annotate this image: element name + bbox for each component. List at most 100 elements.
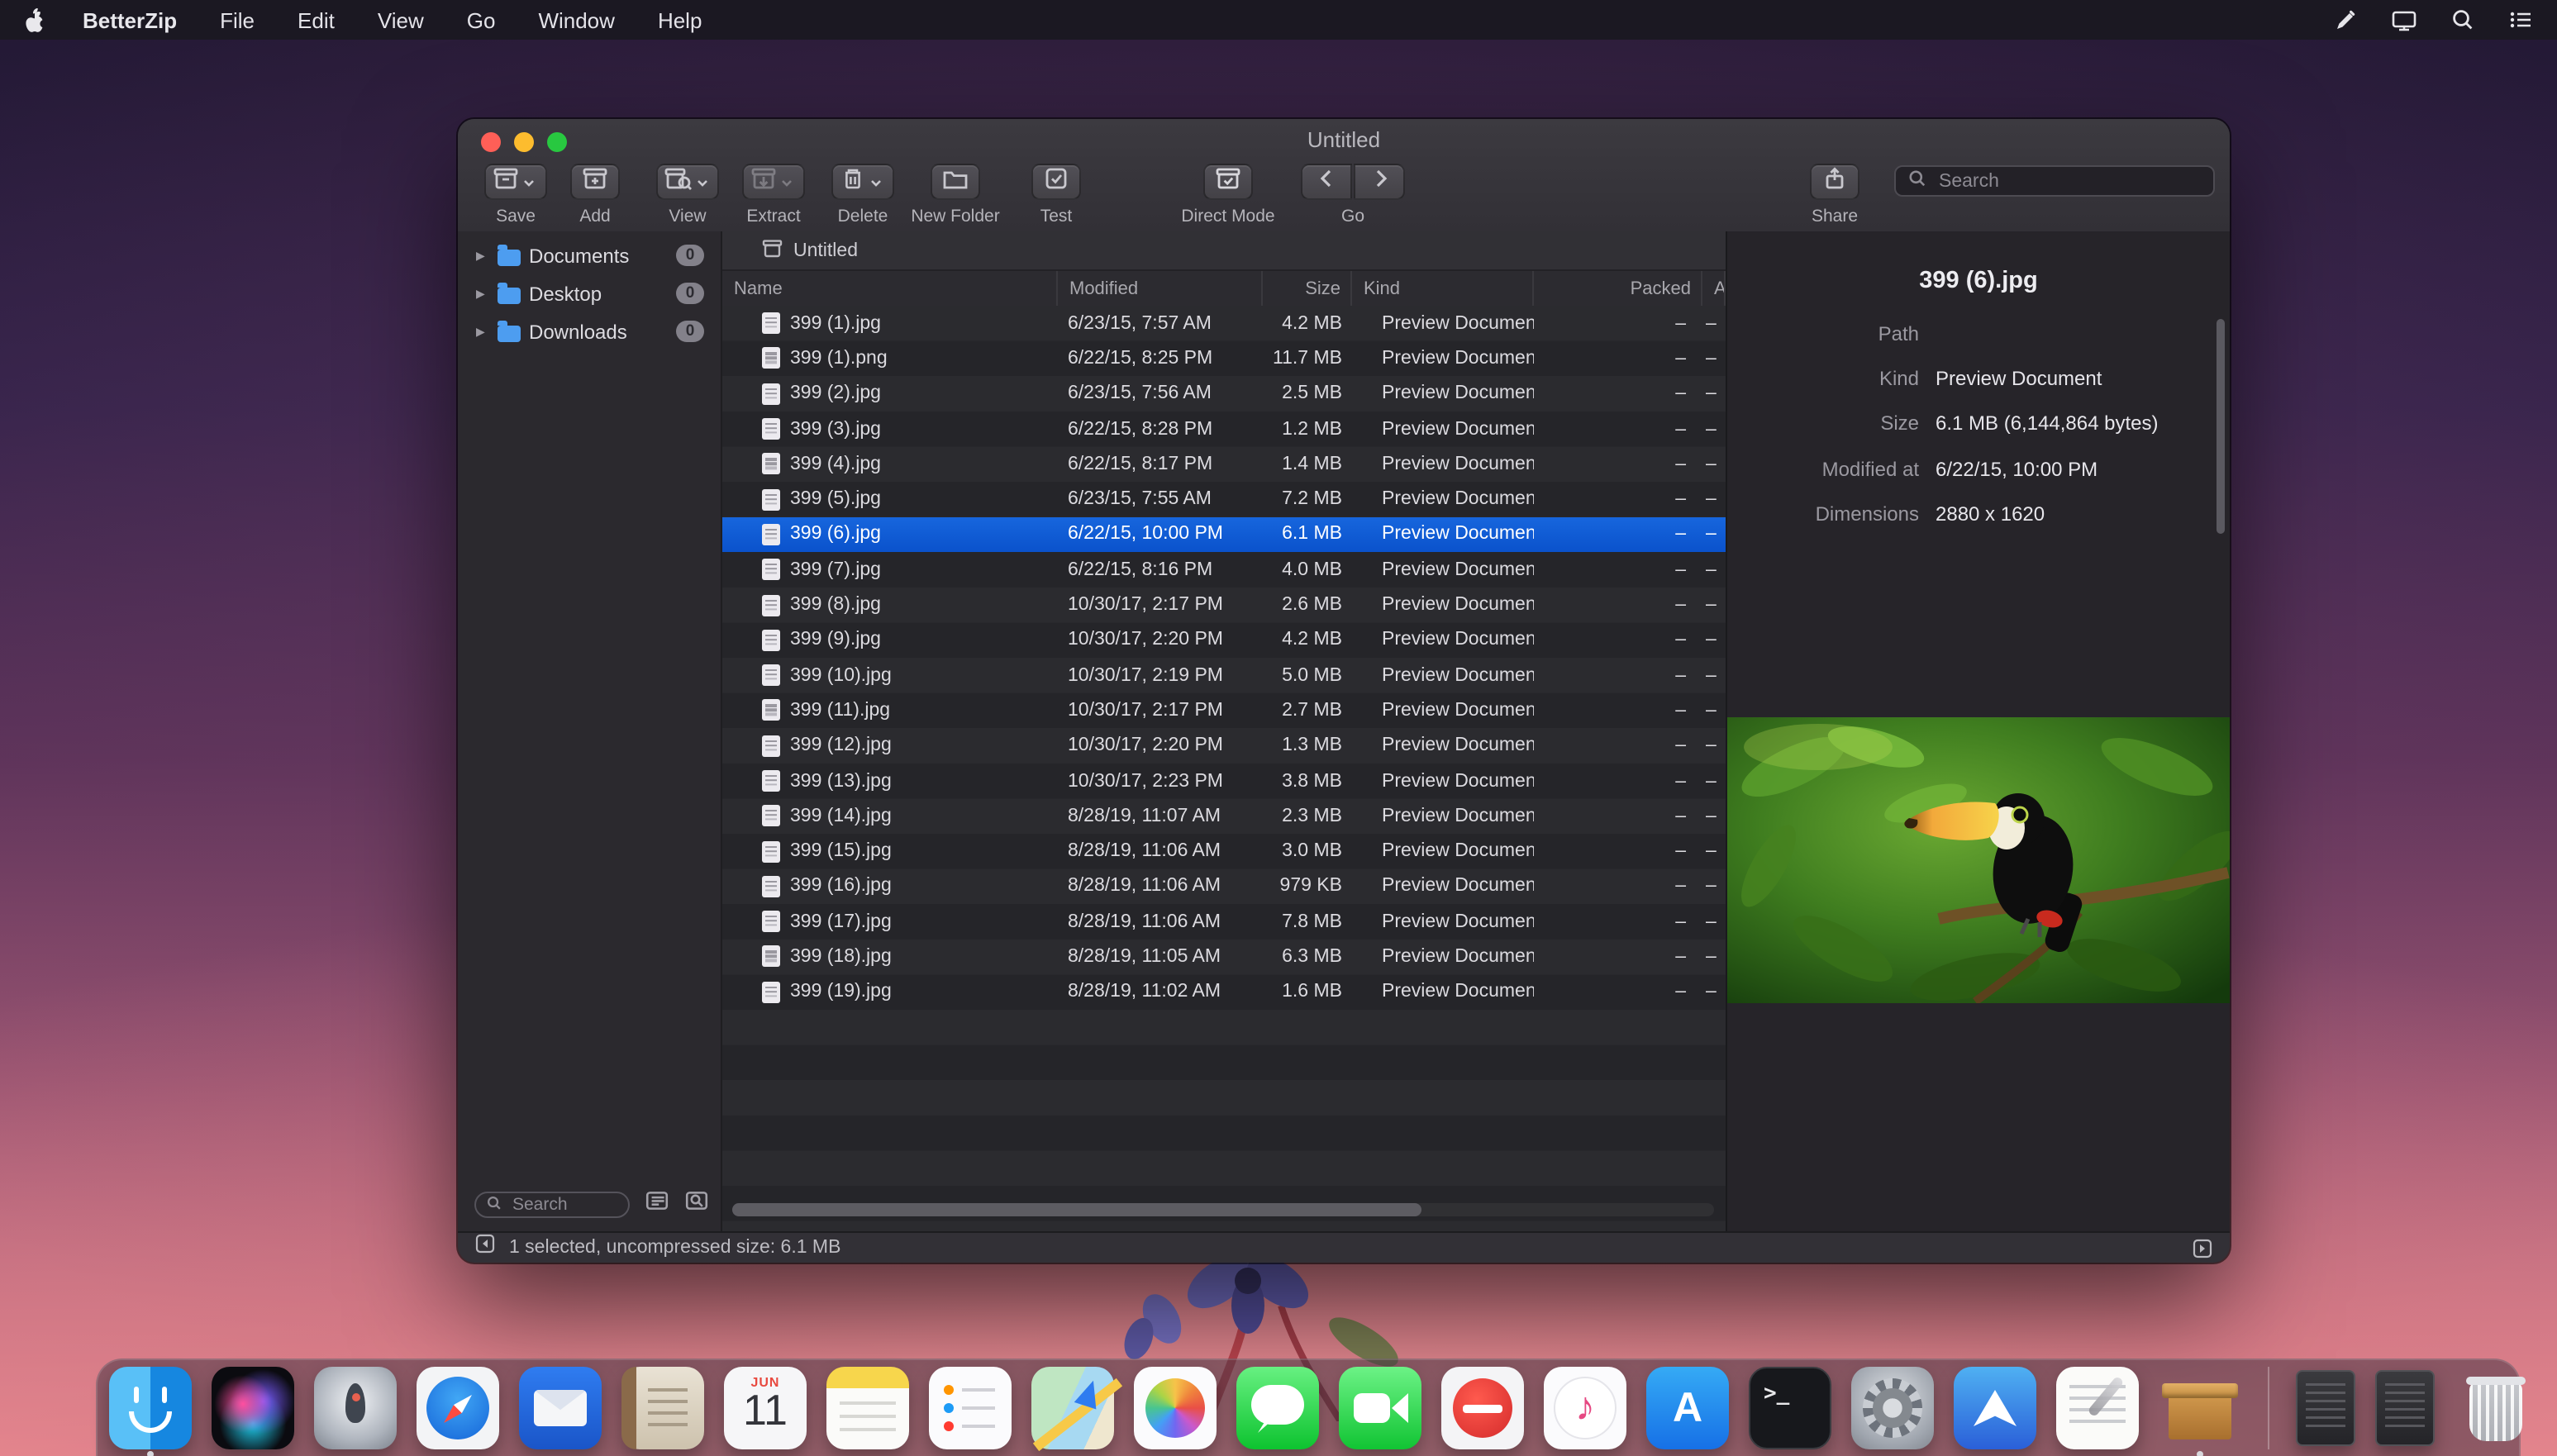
file-row[interactable]: 399 (4).jpg6/22/15, 8:17 PM1.4 MBPreview… (722, 446, 1726, 482)
dock-music-icon[interactable]: ♪ (1544, 1367, 1626, 1449)
file-row[interactable]: 399 (1).jpg6/23/15, 7:57 AM4.2 MBPreview… (722, 306, 1726, 341)
disclosure-triangle-icon[interactable]: ▶ (476, 287, 489, 300)
app-menu-title[interactable]: BetterZip (83, 7, 177, 32)
panel-toggle-right-button[interactable] (2192, 1237, 2213, 1259)
panel-toggle-left-button[interactable] (474, 1233, 496, 1263)
direct-mode-button[interactable] (1203, 164, 1253, 200)
dock-terminal-icon[interactable]: >_ (1749, 1367, 1831, 1449)
file-row[interactable]: 399 (14).jpg8/28/19, 11:07 AM2.3 MBPrevi… (722, 798, 1726, 834)
extract-button[interactable] (742, 164, 805, 200)
dock-no-entry-icon[interactable] (1441, 1367, 1524, 1449)
column-header-packed[interactable]: Packed (1534, 271, 1702, 307)
file-row[interactable]: 399 (19).jpg8/28/19, 11:02 AM1.6 MBPrevi… (722, 974, 1726, 1010)
dock-blue-app-icon[interactable] (1954, 1367, 2036, 1449)
disclosure-triangle-icon[interactable]: ▶ (476, 325, 489, 338)
toolbar-search-input[interactable] (1936, 169, 2202, 193)
column-header-kind[interactable]: Kind (1352, 271, 1534, 307)
scrollbar-thumb[interactable] (732, 1203, 1421, 1216)
list-panel-icon[interactable] (645, 1188, 669, 1221)
apple-menu-icon[interactable] (23, 7, 46, 33)
file-row[interactable]: 399 (13).jpg10/30/17, 2:23 PM3.8 MBPrevi… (722, 764, 1726, 799)
menu-item-go[interactable]: Go (467, 7, 496, 32)
save-button[interactable] (484, 164, 547, 200)
dock-package-icon[interactable] (2159, 1367, 2241, 1449)
sidebar-item-documents[interactable]: ▶Documents0 (458, 236, 721, 274)
menu-bar: BetterZip File Edit View Go Window Help (0, 0, 2557, 40)
sidebar-item-desktop[interactable]: ▶Desktop0 (458, 274, 721, 312)
dock-finder-icon[interactable] (109, 1367, 192, 1449)
sidebar-search-field[interactable] (474, 1192, 630, 1218)
dock-maps-icon[interactable] (1031, 1367, 1114, 1449)
display-icon[interactable] (2390, 7, 2418, 33)
file-row[interactable]: 399 (3).jpg6/22/15, 8:28 PM1.2 MBPreview… (722, 412, 1726, 447)
delete-button[interactable] (831, 164, 894, 200)
file-row[interactable]: 399 (10).jpg10/30/17, 2:19 PM5.0 MBPrevi… (722, 658, 1726, 693)
dock-minimized-window-icon[interactable] (2296, 1370, 2355, 1446)
dock-notes-icon[interactable] (826, 1367, 909, 1449)
dock-safari-icon[interactable] (417, 1367, 499, 1449)
file-row[interactable]: 399 (9).jpg10/30/17, 2:20 PM4.2 MBPrevie… (722, 622, 1726, 658)
test-button[interactable] (1031, 164, 1081, 200)
file-row[interactable]: 399 (5).jpg6/23/15, 7:55 AM7.2 MBPreview… (722, 482, 1726, 517)
column-header-size[interactable]: Size (1263, 271, 1352, 307)
dock-trash-icon[interactable] (2455, 1367, 2537, 1449)
chevron-down-icon[interactable] (695, 176, 708, 188)
new-folder-button[interactable] (931, 164, 980, 200)
chevron-down-icon[interactable] (780, 176, 793, 188)
file-row[interactable]: 399 (16).jpg8/28/19, 11:06 AM979 KBPrevi… (722, 869, 1726, 905)
document-icon (762, 982, 780, 1003)
spotlight-search-icon[interactable] (2450, 7, 2476, 33)
column-header-modified[interactable]: Modified (1058, 271, 1263, 307)
inspector-scrollbar-thumb[interactable] (2217, 319, 2225, 534)
dock-messages-icon[interactable] (1236, 1367, 1319, 1449)
file-row[interactable]: 399 (2).jpg6/23/15, 7:56 AM2.5 MBPreview… (722, 376, 1726, 412)
file-row[interactable]: 399 (17).jpg8/28/19, 11:06 AM7.8 MBPrevi… (722, 904, 1726, 940)
breadcrumb[interactable]: Untitled (722, 231, 1726, 271)
file-row[interactable]: 399 (11).jpg10/30/17, 2:17 PM2.7 MBPrevi… (722, 693, 1726, 729)
dock-minimized-window-icon[interactable] (2375, 1370, 2435, 1446)
dock-app-store-icon[interactable]: A (1646, 1367, 1729, 1449)
dock-photos-icon[interactable] (1134, 1367, 1217, 1449)
file-row[interactable]: 399 (8).jpg10/30/17, 2:17 PM2.6 MBPrevie… (722, 588, 1726, 623)
horizontal-scrollbar[interactable] (732, 1203, 1714, 1216)
sidebar-search-input[interactable] (509, 1193, 618, 1216)
dock-textedit-icon[interactable] (2056, 1367, 2139, 1449)
sidebar-item-downloads[interactable]: ▶Downloads0 (458, 312, 721, 350)
dock-reminders-icon[interactable] (929, 1367, 1012, 1449)
chevron-down-icon[interactable] (869, 176, 883, 188)
menu-items: File Edit View Go Window Help (220, 7, 702, 32)
menu-item-file[interactable]: File (220, 7, 255, 32)
notification-list-icon[interactable] (2507, 7, 2534, 33)
search-panel-icon[interactable] (684, 1188, 709, 1221)
image-preview[interactable] (1727, 717, 2230, 1003)
chevron-down-icon[interactable] (522, 176, 536, 188)
disclosure-triangle-icon[interactable]: ▶ (476, 249, 489, 262)
column-header-a[interactable]: A (1702, 271, 1726, 307)
file-row[interactable]: 399 (15).jpg8/28/19, 11:06 AM3.0 MBPrevi… (722, 834, 1726, 869)
go-forward-button[interactable] (1354, 164, 1405, 200)
file-row[interactable]: 399 (12).jpg10/30/17, 2:20 PM1.3 MBPrevi… (722, 728, 1726, 764)
dock-mail-icon[interactable] (519, 1367, 602, 1449)
wand-icon[interactable] (2332, 7, 2359, 33)
menu-item-help[interactable]: Help (658, 7, 702, 32)
file-row[interactable]: 399 (6).jpg6/22/15, 10:00 PM6.1 MBPrevie… (722, 517, 1726, 553)
dock-launchpad-icon[interactable] (314, 1367, 397, 1449)
document-icon (762, 700, 780, 721)
dock-contacts-icon[interactable] (621, 1367, 704, 1449)
toolbar-search-field[interactable] (1894, 165, 2215, 197)
menu-item-edit[interactable]: Edit (298, 7, 335, 32)
menu-item-window[interactable]: Window (538, 7, 615, 32)
go-back-button[interactable] (1301, 164, 1352, 200)
add-button[interactable] (570, 164, 620, 200)
dock-siri-icon[interactable] (212, 1367, 294, 1449)
menu-item-view[interactable]: View (378, 7, 424, 32)
share-button[interactable] (1810, 164, 1859, 200)
view-button[interactable] (656, 164, 719, 200)
dock-calendar-icon[interactable]: JUN11 (724, 1367, 807, 1449)
file-row[interactable]: 399 (1).png6/22/15, 8:25 PM11.7 MBPrevie… (722, 341, 1726, 377)
dock-facetime-icon[interactable] (1339, 1367, 1421, 1449)
file-row[interactable]: 399 (18).jpg8/28/19, 11:05 AM6.3 MBPrevi… (722, 940, 1726, 975)
file-row[interactable]: 399 (7).jpg6/22/15, 8:16 PM4.0 MBPreview… (722, 552, 1726, 588)
column-header-name[interactable]: Name (722, 271, 1058, 307)
dock-settings-icon[interactable] (1851, 1367, 1934, 1449)
